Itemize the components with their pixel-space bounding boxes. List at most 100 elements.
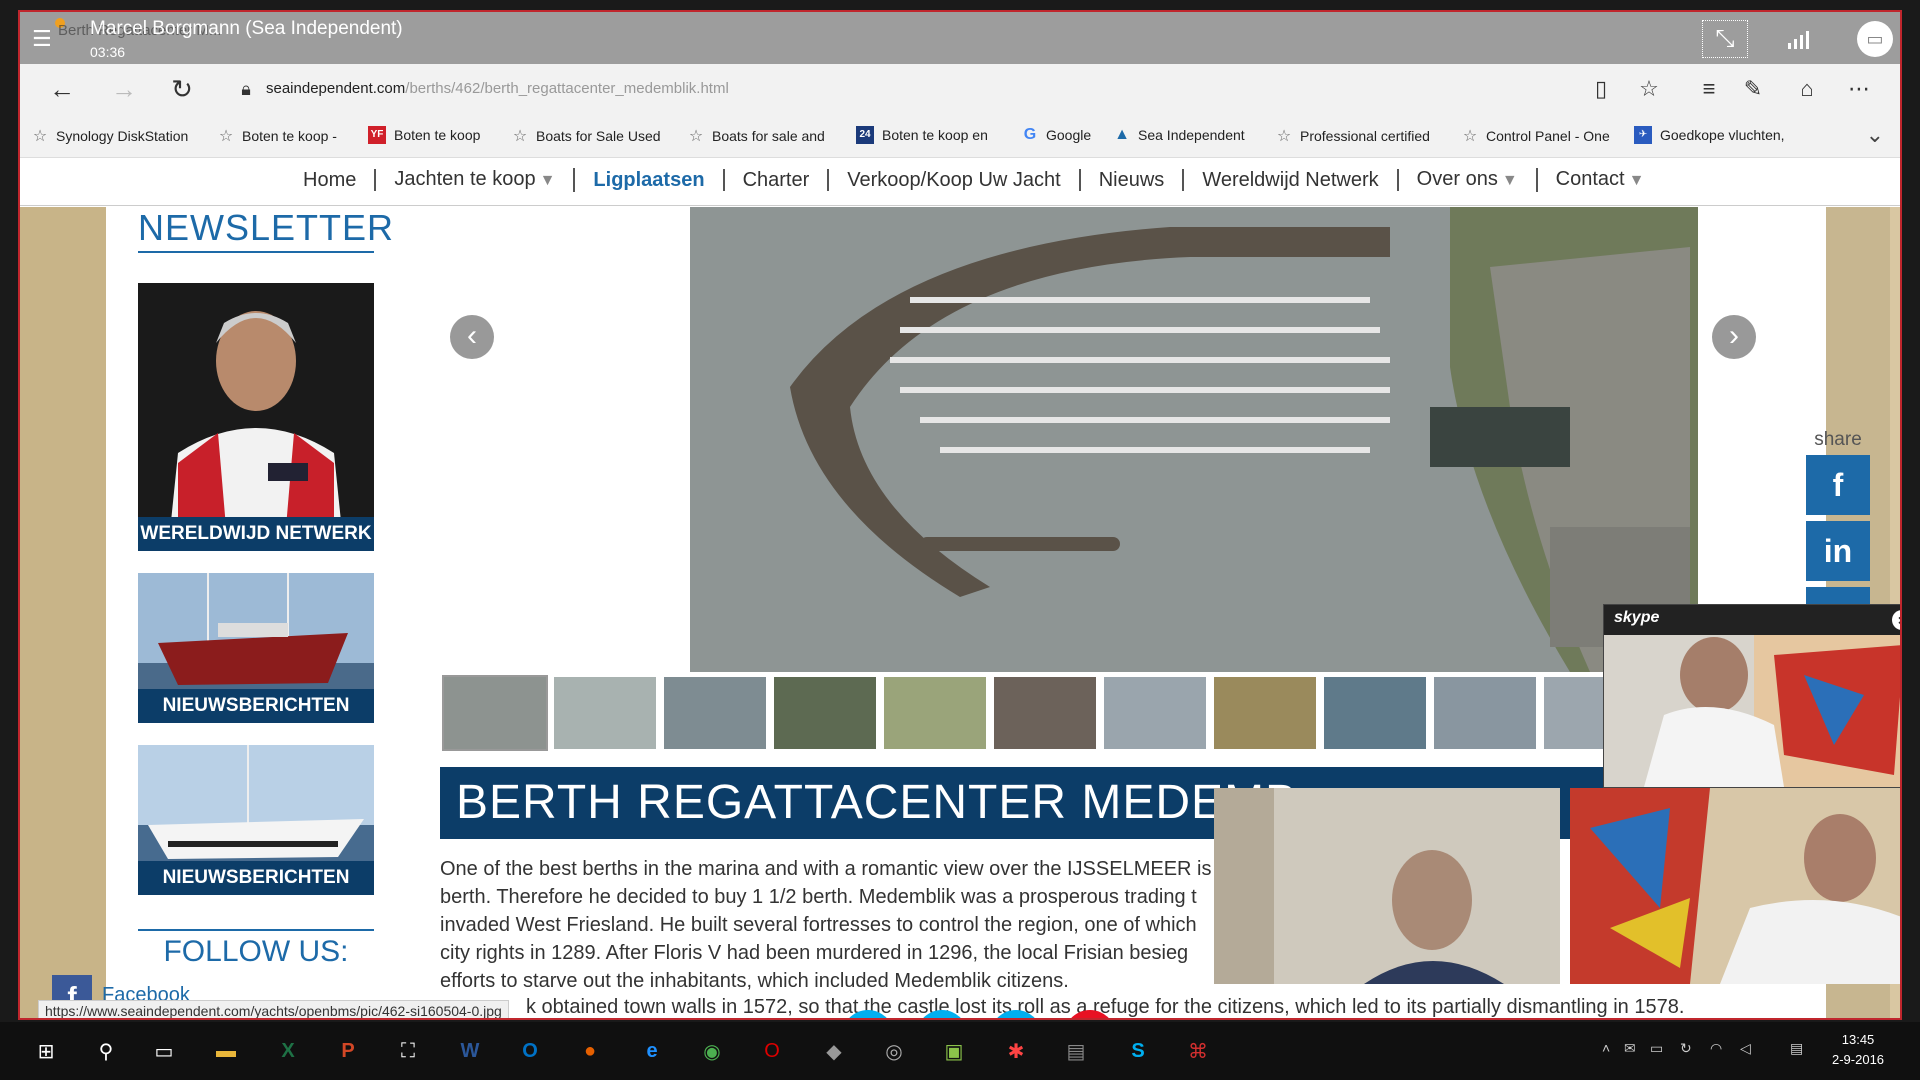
web-note-icon[interactable]: ✎ bbox=[1736, 74, 1770, 104]
marina-aerial-image bbox=[690, 207, 1698, 672]
thumbnail[interactable] bbox=[1102, 675, 1208, 751]
chevron-up-icon[interactable]: ˄ bbox=[1602, 1040, 1610, 1056]
nav-item-charter[interactable]: Charter bbox=[725, 169, 830, 191]
sea-icon: ▲ bbox=[1114, 126, 1130, 143]
clock[interactable]: 13:45 2-9-2016 bbox=[1832, 1030, 1884, 1070]
thumbnail[interactable] bbox=[1322, 675, 1428, 751]
bookmark-item[interactable]: ☆ Control Panel - One bbox=[1460, 126, 1610, 146]
promo-wereldwijd-netwerk[interactable]: WERELDWIJD NETWERK bbox=[138, 283, 374, 551]
battery-icon[interactable]: ▭ bbox=[1650, 1040, 1663, 1057]
slider-next-button[interactable]: › bbox=[1712, 315, 1756, 359]
file-explorer-icon[interactable]: ▬ bbox=[208, 1034, 244, 1068]
self-video-feed bbox=[1214, 788, 1560, 984]
outlook-icon[interactable]: O bbox=[512, 1034, 548, 1068]
task-view-icon[interactable]: ▭ bbox=[146, 1034, 182, 1068]
nav-item-jachten[interactable]: Jachten te koop ▼ bbox=[376, 168, 576, 192]
main-photo[interactable] bbox=[690, 207, 1698, 672]
skype-icon[interactable]: S bbox=[1120, 1034, 1156, 1068]
network-tray-icon[interactable]: ✉ bbox=[1624, 1040, 1636, 1057]
bookmark-item[interactable]: ☆ Boten te koop - bbox=[216, 126, 337, 146]
bookmark-item[interactable]: ☆ Synology DiskStation bbox=[30, 126, 188, 146]
hub-icon[interactable]: ≡ bbox=[1692, 74, 1726, 104]
thumbnail[interactable] bbox=[1212, 675, 1318, 751]
wifi-icon[interactable]: ◠ bbox=[1710, 1040, 1722, 1057]
skype-video-panel: skype × bbox=[1603, 604, 1900, 788]
reading-view-icon[interactable]: ▯ bbox=[1584, 74, 1618, 104]
powerpoint-icon[interactable]: P bbox=[330, 1034, 366, 1068]
nav-item-home[interactable]: Home bbox=[285, 169, 377, 191]
star-icon: ☆ bbox=[688, 128, 704, 145]
volume-icon[interactable]: ◁ bbox=[1740, 1040, 1751, 1057]
app-icon[interactable]: ◎ bbox=[876, 1034, 912, 1068]
chevron-down-icon[interactable]: ⌄ bbox=[1866, 122, 1884, 148]
app-icon[interactable]: ▤ bbox=[1058, 1034, 1094, 1068]
bookmark-item[interactable]: ☆ Boats for Sale Used bbox=[510, 126, 661, 146]
bookmark-item[interactable]: 24 Boten te koop en bbox=[856, 126, 988, 144]
word-icon[interactable]: W bbox=[452, 1034, 488, 1068]
url-field[interactable]: seaindependent.com/berths/462/berth_rega… bbox=[266, 80, 729, 97]
bookmark-item[interactable]: ☆ Boats for sale and bbox=[686, 126, 825, 146]
promo-nieuwsberichten[interactable]: NIEUWSBERICHTEN bbox=[138, 573, 374, 723]
nav-item-ligplaatsen[interactable]: Ligplaatsen bbox=[575, 169, 725, 191]
bookmark-item[interactable]: ☆ Professional certified bbox=[1274, 126, 1430, 146]
bookmark-item[interactable]: ▲ Sea Independent bbox=[1112, 126, 1245, 144]
promo-nieuwsberichten[interactable]: NIEUWSBERICHTEN bbox=[138, 745, 374, 895]
forward-button[interactable]: → bbox=[106, 72, 142, 106]
portrait-image bbox=[138, 283, 374, 551]
self-video-image bbox=[1214, 788, 1560, 984]
excel-icon[interactable]: X bbox=[270, 1034, 306, 1068]
linkedin-share-button[interactable]: in bbox=[1806, 521, 1870, 581]
store-icon[interactable]: ⛶ bbox=[390, 1034, 426, 1068]
thumbnail[interactable] bbox=[662, 675, 768, 751]
firefox-icon[interactable]: ● bbox=[572, 1034, 608, 1068]
app-icon[interactable]: ▣ bbox=[936, 1034, 972, 1068]
close-icon[interactable]: × bbox=[1892, 610, 1900, 630]
refresh-button[interactable]: ↻ bbox=[164, 72, 200, 106]
opera-icon[interactable]: O bbox=[754, 1034, 790, 1068]
menu-icon[interactable]: ☰ bbox=[32, 26, 56, 51]
windows-start-icon[interactable]: ⊞ bbox=[28, 1034, 64, 1068]
chat-button[interactable]: ▭ bbox=[1852, 20, 1898, 58]
app-icon[interactable]: ✱ bbox=[998, 1034, 1034, 1068]
thumbnail[interactable] bbox=[552, 675, 658, 751]
back-button[interactable]: ← bbox=[44, 72, 80, 106]
nav-item-over-ons[interactable]: Over ons ▼ bbox=[1399, 168, 1538, 192]
caller-name: Marcel Borgmann (Sea Independent) bbox=[90, 18, 403, 39]
nav-item-netwerk[interactable]: Wereldwijd Netwerk bbox=[1184, 169, 1399, 191]
clock-date: 2-9-2016 bbox=[1832, 1052, 1885, 1067]
remote-video-feed bbox=[1604, 635, 1900, 787]
nav-item-verkoop[interactable]: Verkoop/Koop Uw Jacht bbox=[829, 169, 1081, 191]
nav-item-contact[interactable]: Contact ▼ bbox=[1538, 168, 1663, 192]
nav-label: Wereldwijd Netwerk bbox=[1202, 169, 1379, 191]
newsletter-heading[interactable]: NEWSLETTER bbox=[138, 207, 393, 253]
bookmark-item[interactable]: YF Boten te koop bbox=[368, 126, 480, 144]
share-label: share bbox=[1814, 429, 1862, 450]
more-icon[interactable]: ⋯ bbox=[1842, 74, 1876, 104]
thumbnail[interactable] bbox=[1432, 675, 1538, 751]
nav-item-nieuws[interactable]: Nieuws bbox=[1081, 169, 1185, 191]
action-center-icon[interactable]: ▤ bbox=[1790, 1040, 1803, 1057]
acrobat-icon[interactable]: ⌘ bbox=[1180, 1034, 1216, 1068]
chrome-icon[interactable]: ◉ bbox=[694, 1034, 730, 1068]
bookmark-item[interactable]: ✈ Goedkope vluchten, bbox=[1634, 126, 1785, 144]
share-icon[interactable]: ⌂ bbox=[1790, 74, 1824, 104]
minimize-icon[interactable]: ⤡ bbox=[1702, 20, 1748, 58]
call-title-bar: ☰ Berth Regattacenter M... Marcel Borgma… bbox=[20, 12, 1900, 64]
thumbnail[interactable] bbox=[992, 675, 1098, 751]
favorite-star-icon[interactable]: ☆ bbox=[1632, 74, 1666, 104]
search-icon[interactable]: ⚲ bbox=[88, 1034, 124, 1068]
link-status-url: https://www.seaindependent.com/yachts/op… bbox=[38, 1000, 509, 1018]
app-icon[interactable]: ◆ bbox=[816, 1034, 852, 1068]
thumbnail[interactable] bbox=[882, 675, 988, 751]
promo-label: NIEUWSBERICHTEN bbox=[138, 689, 374, 723]
edge-icon[interactable]: e bbox=[634, 1034, 670, 1068]
signal-strength-icon[interactable] bbox=[1776, 20, 1822, 58]
bookmark-item[interactable]: G Google bbox=[1020, 126, 1091, 144]
slider-prev-button[interactable]: ‹ bbox=[450, 315, 494, 359]
facebook-share-button[interactable]: f bbox=[1806, 455, 1870, 515]
thumbnail[interactable] bbox=[442, 675, 548, 751]
skype-call-window: ☰ Berth Regattacenter M... Marcel Borgma… bbox=[18, 10, 1902, 1020]
sync-icon[interactable]: ↻ bbox=[1680, 1040, 1692, 1057]
thumbnail[interactable] bbox=[772, 675, 878, 751]
bookmark-label: Control Panel - One bbox=[1486, 128, 1610, 144]
